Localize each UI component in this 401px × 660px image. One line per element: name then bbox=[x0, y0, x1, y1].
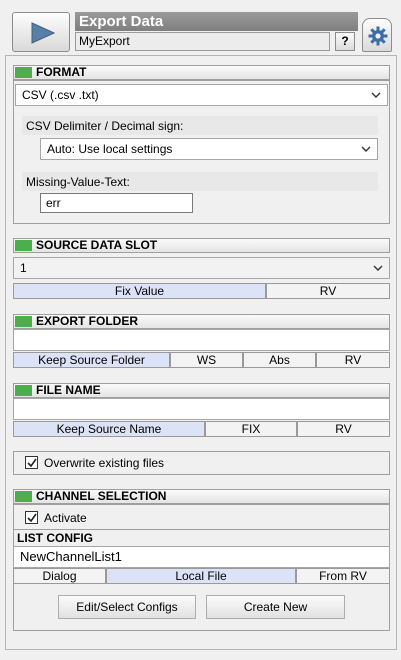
tab-filename-rv[interactable]: RV bbox=[297, 421, 390, 437]
check-icon bbox=[27, 458, 37, 468]
delimiter-select[interactable]: Auto: Use local settings bbox=[40, 138, 378, 160]
format-select[interactable]: CSV (.csv .txt) bbox=[15, 84, 388, 106]
overwrite-checkbox[interactable] bbox=[25, 456, 38, 469]
section-stripe bbox=[15, 67, 32, 78]
edit-select-configs-button[interactable]: Edit/Select Configs bbox=[58, 595, 196, 619]
tab-filename-keep-source[interactable]: Keep Source Name bbox=[13, 421, 205, 437]
chevron-down-icon bbox=[361, 146, 371, 152]
overwrite-label: Overwrite existing files bbox=[44, 456, 165, 470]
create-new-button[interactable]: Create New bbox=[206, 595, 345, 619]
delimiter-label: CSV Delimiter / Decimal sign: bbox=[26, 119, 184, 133]
chevron-down-icon bbox=[373, 265, 383, 271]
missing-value-label: Missing-Value-Text: bbox=[26, 175, 130, 189]
format-section-header: FORMAT bbox=[13, 65, 390, 80]
window-title: Export Data bbox=[75, 12, 358, 31]
divider bbox=[13, 529, 390, 530]
tab-channel-from-rv[interactable]: From RV bbox=[296, 568, 390, 584]
folder-section-header: EXPORT FOLDER bbox=[13, 314, 390, 329]
gear-icon bbox=[368, 26, 388, 46]
section-stripe bbox=[15, 316, 32, 327]
tab-channel-dialog[interactable]: Dialog bbox=[13, 568, 106, 584]
section-stripe bbox=[15, 240, 32, 251]
format-section-title: FORMAT bbox=[36, 65, 87, 79]
play-icon bbox=[31, 22, 55, 44]
source-section-title: SOURCE DATA SLOT bbox=[36, 238, 158, 252]
run-button[interactable] bbox=[12, 12, 70, 52]
channel-section-header: CHANNEL SELECTION bbox=[13, 489, 390, 504]
check-icon bbox=[27, 513, 37, 523]
tab-source-rv[interactable]: RV bbox=[266, 283, 390, 299]
export-name-field[interactable]: MyExport bbox=[75, 32, 330, 51]
channel-list-field[interactable]: NewChannelList1 bbox=[13, 546, 390, 568]
tab-folder-abs[interactable]: Abs bbox=[243, 352, 316, 368]
tab-source-fix-value[interactable]: Fix Value bbox=[13, 283, 266, 299]
settings-button[interactable] bbox=[362, 18, 392, 52]
filename-section-header: FILE NAME bbox=[13, 383, 390, 398]
list-config-label: LIST CONFIG bbox=[17, 531, 93, 545]
tab-folder-keep-source[interactable]: Keep Source Folder bbox=[13, 352, 170, 368]
tab-channel-local-file[interactable]: Local File bbox=[106, 568, 296, 584]
tab-folder-rv[interactable]: RV bbox=[316, 352, 390, 368]
help-button[interactable]: ? bbox=[335, 32, 355, 51]
channel-section-title: CHANNEL SELECTION bbox=[36, 489, 167, 503]
tab-filename-fix[interactable]: FIX bbox=[205, 421, 297, 437]
folder-section-title: EXPORT FOLDER bbox=[36, 314, 139, 328]
filename-section-title: FILE NAME bbox=[36, 383, 101, 397]
source-slot-value: 1 bbox=[20, 261, 27, 275]
chevron-down-icon bbox=[371, 92, 381, 98]
source-slot-select[interactable]: 1 bbox=[13, 257, 390, 279]
section-stripe bbox=[15, 491, 32, 502]
activate-checkbox[interactable] bbox=[25, 511, 38, 524]
section-stripe bbox=[15, 385, 32, 396]
export-folder-field[interactable] bbox=[13, 329, 390, 351]
source-section-header: SOURCE DATA SLOT bbox=[13, 238, 390, 253]
missing-value-input[interactable]: err bbox=[40, 193, 193, 213]
tab-folder-ws[interactable]: WS bbox=[170, 352, 243, 368]
file-name-field[interactable] bbox=[13, 398, 390, 420]
delimiter-select-value: Auto: Use local settings bbox=[47, 142, 173, 156]
format-select-value: CSV (.csv .txt) bbox=[22, 88, 99, 102]
activate-label: Activate bbox=[44, 511, 87, 525]
